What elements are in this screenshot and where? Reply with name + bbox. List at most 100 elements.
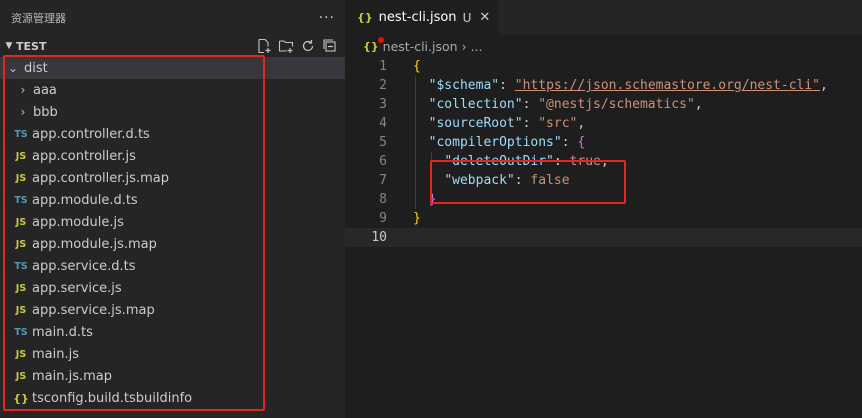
collapse-all-icon[interactable]	[321, 37, 339, 55]
tree-file[interactable]: JS main.js	[0, 343, 345, 365]
code-editor[interactable]: 1 { 2 "$schema": "https://json.schemasto…	[345, 57, 862, 247]
brace: {	[413, 59, 421, 74]
javascript-icon: JS	[15, 304, 27, 316]
line-number: 3	[379, 97, 387, 112]
tree-folder-aaa[interactable]: › aaa	[0, 79, 345, 101]
tab-nest-cli-json[interactable]: {} nest-cli.json U ✕	[345, 0, 500, 35]
chevron-right-icon: ›	[461, 38, 467, 54]
indent-guide	[415, 76, 416, 95]
refresh-icon[interactable]	[299, 37, 317, 55]
tree-item-label: dist	[24, 60, 48, 76]
code-line: 5 "compilerOptions": {	[345, 133, 862, 152]
tree-item-label: bbb	[33, 104, 58, 120]
tree-item-label: app.service.js.map	[32, 302, 155, 318]
json-string: "src"	[538, 116, 578, 131]
tree-file[interactable]: JS app.service.js	[0, 277, 345, 299]
indent-guide	[415, 190, 416, 209]
json-key: "compilerOptions"	[428, 135, 562, 150]
code-line: 4 "sourceRoot": "src",	[345, 114, 862, 133]
line-number: 1	[379, 59, 387, 74]
javascript-icon: JS	[15, 238, 27, 250]
javascript-icon: JS	[15, 348, 27, 360]
json-key: "deleteOutDir"	[444, 154, 554, 169]
line-number: 9	[379, 211, 387, 226]
tree-folder-bbb[interactable]: › bbb	[0, 101, 345, 123]
line-number: 10	[371, 230, 387, 245]
typescript-icon: TS	[14, 194, 28, 206]
breadcrumb-file[interactable]: nest-cli.json	[383, 39, 458, 54]
line-number: 6	[379, 154, 387, 169]
tree-file[interactable]: TS app.controller.d.ts	[0, 123, 345, 145]
typescript-icon: TS	[14, 128, 28, 140]
chevron-down-icon: ⌄	[7, 61, 19, 75]
json-boolean: true	[569, 154, 601, 169]
javascript-icon: JS	[15, 216, 27, 228]
code-line: 6 "deleteOutDir": true,	[345, 152, 862, 171]
json-key: "$schema"	[428, 78, 500, 93]
javascript-icon: JS	[15, 150, 27, 162]
new-file-icon[interactable]	[255, 37, 273, 55]
tree-item-label: app.service.d.ts	[32, 258, 136, 274]
typescript-icon: TS	[14, 260, 28, 272]
chevron-down-icon: ▼	[5, 41, 13, 51]
tree-file[interactable]: JS app.service.js.map	[0, 299, 345, 321]
tree-item-label: app.module.js.map	[32, 236, 157, 252]
tree-item-label: app.service.js	[32, 280, 122, 296]
tree-item-label: tsconfig.build.tsbuildinfo	[32, 390, 193, 406]
tree-file[interactable]: TS main.d.ts	[0, 321, 345, 343]
tab-label: nest-cli.json	[378, 10, 457, 25]
tree-file[interactable]: JS app.controller.js	[0, 145, 345, 167]
json-string-link[interactable]: "https://json.schemastore.org/nest-cli"	[515, 78, 820, 93]
tree-file[interactable]: JS main.js.map	[0, 365, 345, 387]
tree-file[interactable]: JS app.module.js.map	[0, 233, 345, 255]
tree-file[interactable]: TS app.service.d.ts	[0, 255, 345, 277]
tree-item-label: app.controller.js	[32, 148, 136, 164]
line-number: 2	[379, 78, 387, 93]
tree-file[interactable]: JS app.module.js	[0, 211, 345, 233]
indent-guide	[415, 95, 416, 114]
tree-item-label: main.js.map	[32, 368, 113, 384]
tree-item-label: app.controller.js.map	[32, 170, 169, 186]
json-boolean: false	[530, 173, 570, 188]
brace: {	[577, 135, 586, 150]
tree-item-label: app.controller.d.ts	[32, 126, 150, 142]
breadcrumb-more[interactable]: ...	[471, 39, 483, 54]
json-key: "sourceRoot"	[428, 116, 523, 131]
indent-guide	[415, 171, 416, 190]
editor-area: {} nest-cli.json U ✕ {} nest-cli.json › …	[345, 0, 862, 418]
tree-file[interactable]: JS app.controller.js.map	[0, 167, 345, 189]
line-number: 5	[379, 135, 387, 150]
code-line: 8 }	[345, 190, 862, 209]
brace: }	[428, 192, 437, 207]
untracked-badge: U	[462, 10, 472, 25]
workspace-section-header[interactable]: ▼ TEST	[0, 35, 345, 57]
workspace-name: TEST	[16, 39, 47, 53]
new-folder-icon[interactable]	[277, 37, 295, 55]
line-number: 4	[379, 116, 387, 131]
tree-item-label: aaa	[33, 82, 57, 98]
close-icon[interactable]: ✕	[479, 10, 490, 25]
code-line: 7 "webpack": false	[345, 171, 862, 190]
code-line-current: 10	[345, 228, 862, 247]
indent-guide	[415, 114, 416, 133]
more-actions-icon[interactable]: ···	[319, 10, 335, 26]
explorer-sidebar: 资源管理器 ··· ▼ TEST ⌄ dist › aaa › bbb TS a…	[0, 0, 345, 418]
tree-folder-dist[interactable]: ⌄ dist	[0, 57, 345, 79]
modified-dot-icon	[378, 37, 384, 43]
json-icon: {}	[13, 391, 29, 405]
indent-guide	[431, 171, 432, 190]
tree-file[interactable]: {} tsconfig.build.tsbuildinfo	[0, 387, 345, 409]
explorer-header: 资源管理器 ···	[0, 0, 345, 35]
explorer-title: 资源管理器	[11, 11, 66, 25]
chevron-right-icon: ›	[20, 83, 26, 97]
tree-file[interactable]: TS app.module.d.ts	[0, 189, 345, 211]
code-line: 2 "$schema": "https://json.schemastore.o…	[345, 76, 862, 95]
indent-guide	[431, 152, 432, 171]
tree-item-label: main.js	[32, 346, 79, 362]
json-key: "webpack"	[444, 173, 515, 188]
code-line: 1 {	[345, 57, 862, 76]
tree-item-label: app.module.js	[32, 214, 124, 230]
json-key: "collection"	[428, 97, 523, 112]
indent-guide	[415, 133, 416, 152]
javascript-icon: JS	[15, 282, 27, 294]
